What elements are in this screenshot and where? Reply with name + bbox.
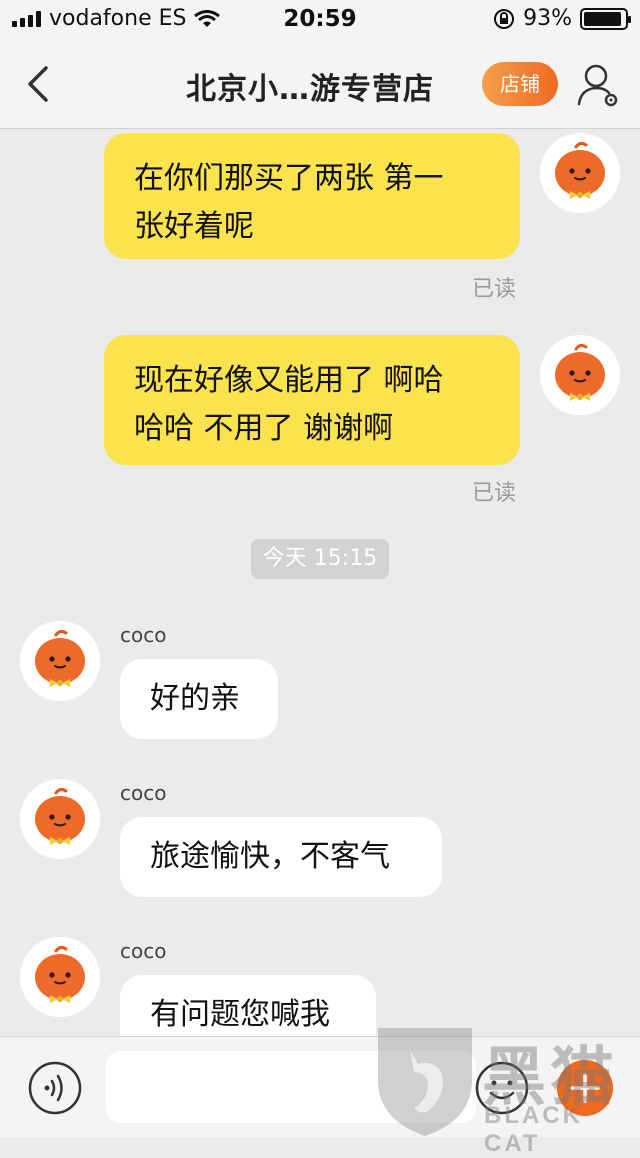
outgoing-message-bubble[interactable]: 在你们那买了两张 第一 张好着呢: [104, 133, 520, 259]
pumpkin-avatar-icon: [540, 335, 620, 415]
message-line: 哈哈 不用了 谢谢啊: [134, 411, 394, 446]
emoji-icon[interactable]: [475, 1061, 529, 1115]
status-bar: vodafone ES 20:59 93%: [0, 0, 640, 40]
input-bar: [0, 1036, 640, 1137]
pumpkin-avatar-icon: [20, 779, 100, 859]
contact-avatar[interactable]: [20, 779, 100, 859]
sender-name: coco: [120, 939, 167, 963]
voice-icon[interactable]: [28, 1061, 82, 1115]
contact-avatar[interactable]: [20, 937, 100, 1017]
read-receipt: 已读: [472, 277, 517, 302]
message-line: 现在好像又能用了 啊哈: [134, 363, 444, 398]
orientation-lock-icon: [494, 8, 515, 29]
shop-button[interactable]: 店铺: [482, 62, 558, 106]
chat-area[interactable]: 在你们那买了两张 第一 张好着呢 已读 现在好像又能用了 啊哈 哈哈 不用了 谢…: [0, 129, 640, 1036]
sender-name: coco: [120, 781, 167, 805]
pumpkin-avatar-icon: [540, 133, 620, 213]
outgoing-message-bubble[interactable]: 现在好像又能用了 啊哈 哈哈 不用了 谢谢啊: [104, 335, 520, 465]
message-line: 张好着呢: [134, 209, 254, 244]
plus-icon[interactable]: [556, 1059, 614, 1117]
page-title: 北京小…游专营店: [186, 72, 434, 107]
message-input[interactable]: [106, 1051, 476, 1123]
pumpkin-avatar-icon: [20, 621, 100, 701]
incoming-message-bubble[interactable]: 好的亲: [120, 659, 278, 739]
incoming-message-bubble[interactable]: 有问题您喊我: [120, 975, 376, 1036]
nav-bar: 北京小…游专营店 店铺: [0, 40, 640, 129]
time-divider: 今天 15:15: [251, 539, 389, 579]
read-receipt: 已读: [472, 481, 517, 506]
status-right: 93%: [493, 6, 631, 31]
message-text: 旅途愉快，不客气: [150, 839, 390, 874]
contact-avatar[interactable]: [20, 621, 100, 701]
message-text: 好的亲: [150, 681, 240, 716]
pumpkin-avatar-icon: [20, 937, 100, 1017]
message-text: 有问题您喊我: [150, 997, 330, 1032]
sender-name: coco: [120, 623, 167, 647]
battery-percent: 93%: [523, 6, 572, 31]
my-avatar[interactable]: [540, 335, 620, 415]
user-settings-icon[interactable]: [576, 62, 620, 108]
message-line: 在你们那买了两张 第一: [134, 161, 444, 196]
my-avatar[interactable]: [540, 133, 620, 213]
back-chevron-icon[interactable]: [20, 62, 60, 106]
incoming-message-bubble[interactable]: 旅途愉快，不客气: [120, 817, 442, 897]
battery-icon: [580, 7, 631, 30]
